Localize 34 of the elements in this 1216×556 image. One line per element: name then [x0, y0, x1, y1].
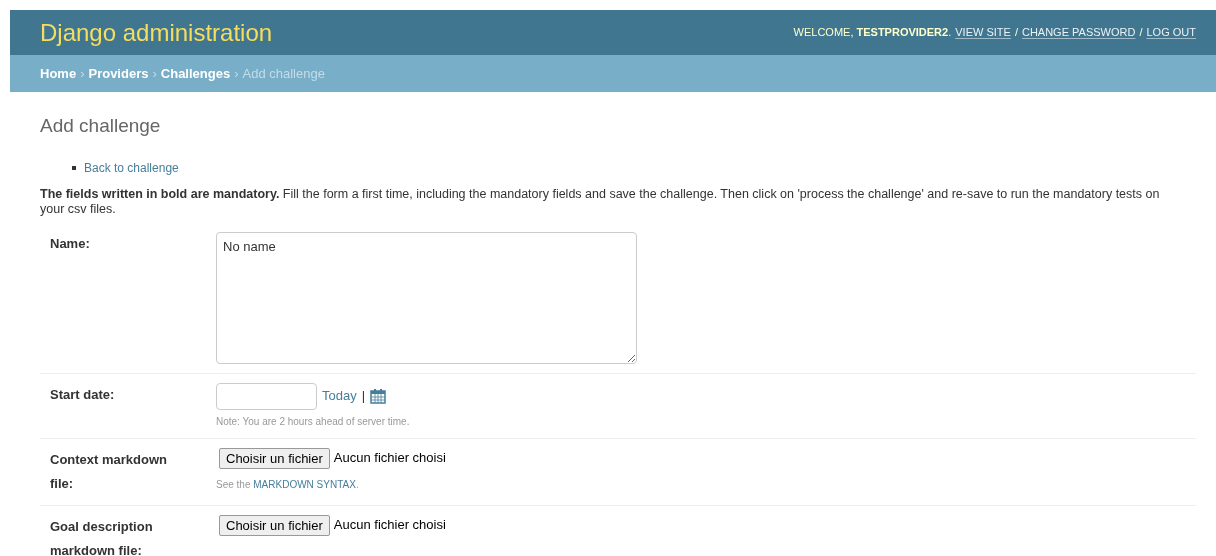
calendar-icon[interactable]	[370, 388, 387, 404]
site-title: Django administration	[40, 17, 273, 48]
link-separator: /	[1014, 25, 1018, 41]
text-area[interactable]: No name	[216, 231, 637, 364]
link-separator: /	[1139, 25, 1143, 41]
header-link[interactable]: LOG OUT	[1146, 24, 1196, 41]
help-text: Note: You are 2 hours ahead of server time.	[216, 414, 410, 429]
breadcrumb-link[interactable]: Providers	[88, 63, 149, 84]
file-status: Aucun fichier choisi	[333, 516, 446, 535]
choose-file-button[interactable]: Choisir un fichier	[219, 514, 330, 536]
breadcrumb-separator: ›	[80, 64, 85, 83]
choose-file-button[interactable]: Choisir un fichier	[219, 447, 330, 469]
breadcrumb-separator: ›	[152, 64, 157, 83]
bullet-icon	[72, 165, 76, 170]
field-label: Name:	[49, 234, 91, 253]
field-label: Context markdown file:	[49, 450, 168, 493]
breadcrumb-link[interactable]: Challenges	[160, 63, 231, 84]
breadcrumb-link[interactable]: Home	[40, 63, 77, 84]
welcome-text: WELCOME, TESTPROVIDER2.	[793, 25, 952, 41]
link-separator: |	[361, 387, 366, 406]
back-link[interactable]: Back to challenge	[84, 158, 179, 177]
intro-text: The fields written in bold are mandatory. Fill the form a first time, including the mandatory fields and save the challenge. Then click on 'process the challenge' and re-save to run the mandatory tests on your csv files.	[40, 186, 1161, 217]
header-link[interactable]: CHANGE PASSWORD	[1021, 24, 1136, 41]
page-title: Add challenge	[40, 114, 162, 138]
breadcrumb-current: Add challenge	[242, 64, 325, 83]
help-text: See the MARKDOWN SYNTAX.	[216, 477, 360, 492]
field-label: Goal description markdown file:	[49, 517, 154, 556]
header-link[interactable]: VIEW SITE	[955, 24, 1011, 41]
today-link[interactable]: Today	[322, 386, 357, 406]
date-field[interactable]	[216, 382, 317, 410]
breadcrumb-separator: ›	[234, 64, 239, 83]
file-status: Aucun fichier choisi	[333, 449, 446, 468]
field-label: Start date:	[49, 385, 116, 404]
markdown-link[interactable]: MARKDOWN SYNTAX	[253, 478, 356, 490]
